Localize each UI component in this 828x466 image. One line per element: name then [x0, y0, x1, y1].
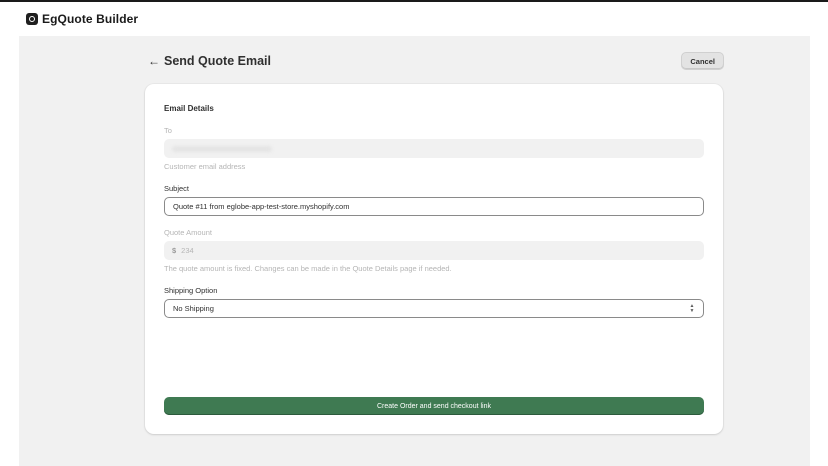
- app-logo-icon: [26, 13, 38, 25]
- shipping-label: Shipping Option: [164, 286, 218, 295]
- back-arrow-icon[interactable]: ←: [146, 53, 162, 69]
- quote-amount-value: 234: [181, 246, 194, 255]
- email-details-card: Email Details To Customer email address …: [145, 84, 723, 434]
- app-bar: EgQuote Builder: [0, 2, 828, 36]
- shipping-selected-value: No Shipping: [173, 304, 214, 313]
- subject-input[interactable]: Quote #11 from eglobe-app-test-store.mys…: [164, 197, 704, 216]
- page-title: Send Quote Email: [164, 54, 271, 68]
- to-field: [164, 139, 704, 158]
- quote-amount-label: Quote Amount: [164, 228, 212, 237]
- select-chevron-icon: ▲ ▼: [689, 303, 695, 314]
- currency-symbol: $: [172, 246, 177, 255]
- to-label: To: [164, 126, 172, 135]
- app-title: EgQuote Builder: [42, 12, 139, 26]
- subject-value: Quote #11 from eglobe-app-test-store.mys…: [173, 202, 350, 211]
- page-header: ← Send Quote Email Cancel: [146, 51, 724, 71]
- quote-amount-help-text: The quote amount is fixed. Changes can b…: [164, 264, 452, 273]
- quote-amount-field: $ 234: [164, 241, 704, 260]
- subject-label: Subject: [164, 184, 190, 193]
- redacted-email: [172, 145, 272, 152]
- cancel-button[interactable]: Cancel: [681, 52, 724, 70]
- create-order-button[interactable]: Create Order and send checkout link: [164, 397, 704, 415]
- section-title: Email Details: [164, 104, 214, 113]
- shipping-select[interactable]: No Shipping ▲ ▼: [164, 299, 704, 318]
- to-help-text: Customer email address: [164, 162, 246, 171]
